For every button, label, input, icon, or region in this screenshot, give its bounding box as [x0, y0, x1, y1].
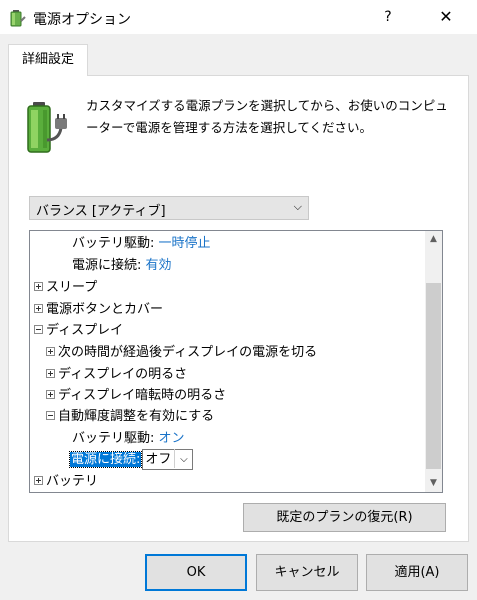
setting-value-select[interactable]: オフ ⌵: [142, 449, 194, 470]
tree-node-display[interactable]: ディスプレイ: [34, 320, 123, 341]
setting-label: 電源に接続:: [72, 258, 142, 273]
setting-label-selected: 電源に接続:: [68, 451, 143, 468]
chevron-down-icon[interactable]: ⌵: [174, 449, 192, 468]
minus-expander-icon[interactable]: [46, 411, 55, 420]
tree-setting-row-selected[interactable]: 電源に接続: オフ ⌵: [68, 449, 194, 470]
plus-expander-icon[interactable]: [34, 476, 43, 485]
tree-node-power-buttons[interactable]: 電源ボタンとカバー: [34, 299, 163, 320]
restore-defaults-button[interactable]: 既定のプランの復元(R): [243, 503, 446, 532]
tree-node-label: ディスプレイ暗転時の明るさ: [58, 388, 227, 403]
tree-node-label: ディスプレイの明るさ: [58, 367, 188, 382]
plus-expander-icon[interactable]: [34, 304, 43, 313]
settings-tree[interactable]: バッテリ駆動: 一時停止 電源に接続: 有効 スリープ 電源ボタンとカバー ディ…: [29, 230, 443, 493]
tree-node-label: 次の時間が経過後ディスプレイの電源を切る: [58, 345, 318, 360]
power-plan-value: バランス [アクティブ]: [36, 204, 166, 219]
help-button[interactable]: ?: [370, 0, 406, 34]
setting-select-value: オフ: [145, 452, 172, 467]
plus-expander-icon[interactable]: [46, 390, 55, 399]
plus-expander-icon[interactable]: [34, 282, 43, 291]
window-title: 電源オプション: [33, 12, 131, 28]
minus-expander-icon[interactable]: [34, 325, 43, 334]
chevron-down-icon: ⌵: [293, 200, 302, 213]
close-button[interactable]: ✕: [424, 0, 468, 34]
scrollbar-thumb[interactable]: [426, 283, 441, 469]
setting-value-link[interactable]: オン: [159, 431, 185, 446]
tree-node-dimmed-brightness[interactable]: ディスプレイ暗転時の明るさ: [46, 385, 226, 406]
tree-node-brightness[interactable]: ディスプレイの明るさ: [46, 364, 187, 385]
plan-description: カスタマイズする電源プランを選択してから、お使いのコンピューターで電源を管理する…: [86, 98, 448, 135]
plus-expander-icon[interactable]: [46, 347, 55, 356]
power-options-icon: [10, 10, 26, 27]
tree-setting-row[interactable]: バッテリ駆動: 一時停止: [72, 233, 211, 254]
tab-advanced-settings[interactable]: 詳細設定: [8, 44, 88, 76]
plus-expander-icon[interactable]: [46, 369, 55, 378]
setting-label: バッテリ駆動:: [72, 236, 155, 251]
tree-scrollbar[interactable]: ▲ ▼: [425, 231, 442, 492]
tree-node-label: スリープ: [46, 280, 98, 295]
tree-node-battery[interactable]: バッテリ: [34, 471, 98, 492]
power-plan-select[interactable]: バランス [アクティブ] ⌵: [29, 196, 309, 220]
title-bar: 電源オプション ? ✕: [0, 0, 477, 34]
ok-button[interactable]: OK: [145, 554, 247, 591]
scroll-up-arrow-icon[interactable]: ▲: [425, 231, 442, 248]
apply-button[interactable]: 適用(A): [366, 554, 468, 591]
battery-plug-icon: [27, 102, 67, 153]
scroll-down-arrow-icon[interactable]: ▼: [425, 475, 442, 492]
tree-node-sleep[interactable]: スリープ: [34, 277, 97, 298]
tree-node-label: バッテリ: [46, 474, 99, 489]
cancel-button[interactable]: キャンセル: [256, 554, 358, 591]
tree-setting-row[interactable]: バッテリ駆動: オン: [72, 428, 185, 449]
setting-label: バッテリ駆動:: [72, 431, 155, 446]
tree-node-display-off[interactable]: 次の時間が経過後ディスプレイの電源を切る: [46, 342, 317, 363]
setting-value-link[interactable]: 一時停止: [159, 236, 211, 251]
tree-setting-row[interactable]: 電源に接続: 有効: [72, 255, 172, 276]
tree-node-label: 自動輝度調整を有効にする: [58, 409, 215, 424]
tree-node-label: ディスプレイ: [46, 323, 124, 338]
tree-node-adaptive-brightness[interactable]: 自動輝度調整を有効にする: [46, 406, 214, 427]
setting-value-link[interactable]: 有効: [146, 258, 172, 273]
tree-node-label: 電源ボタンとカバー: [46, 302, 164, 317]
